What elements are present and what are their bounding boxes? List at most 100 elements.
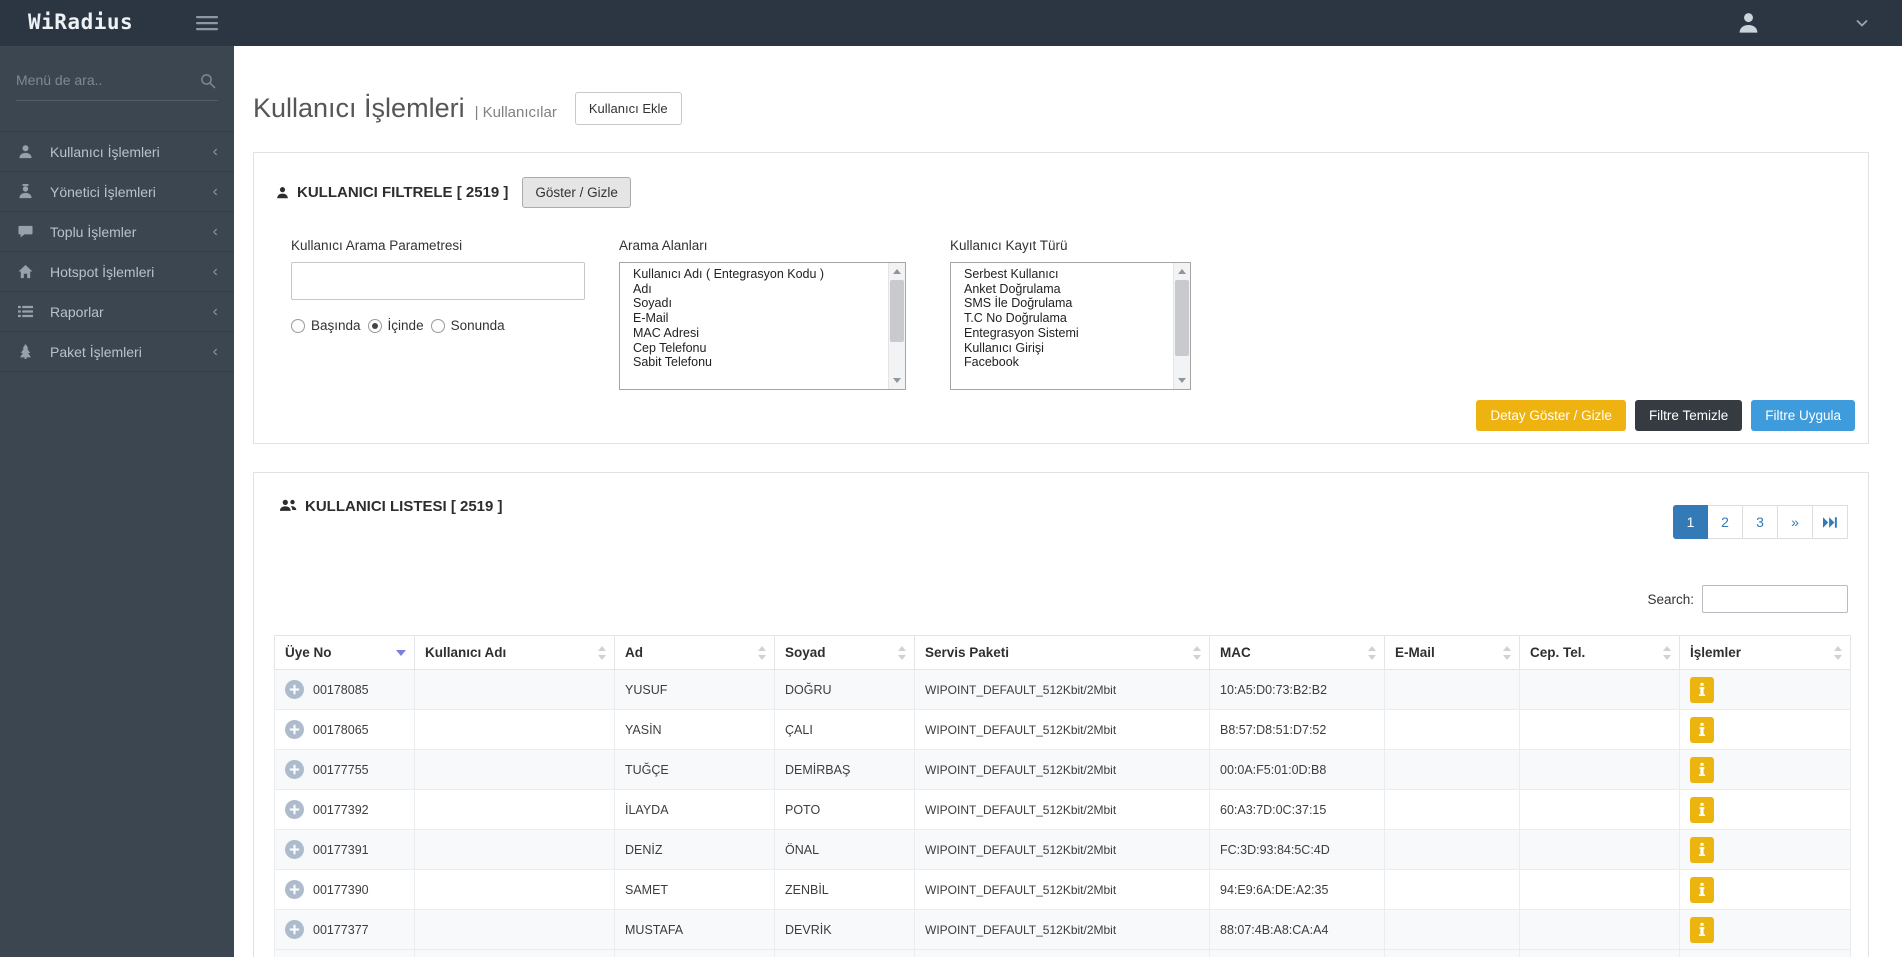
listbox-option[interactable]: Soyadı [633,296,885,311]
column-header[interactable]: MAC [1210,636,1385,670]
listbox-option[interactable]: Adı [633,282,885,297]
scroll-down-icon[interactable] [893,378,901,383]
cell-servis-paketi: WIPOINT_DEFAULT_512Kbit/2Mbit [915,910,1210,950]
listbox-option[interactable]: Cep Telefonu [633,341,885,356]
info-button[interactable] [1690,677,1714,703]
sidebar-item[interactable]: Kullanıcı İşlemleri ‹ [0,132,234,172]
radio-icon[interactable] [291,319,305,333]
sidebar-item-label: Paket İşlemleri [50,344,142,360]
info-button[interactable] [1690,757,1714,783]
listbox-option[interactable]: Sabit Telefonu [633,355,885,370]
match-radio[interactable]: İçinde [368,318,424,333]
expand-row-button[interactable] [285,880,304,899]
detail-toggle-button[interactable]: Detay Göster / Gizle [1476,400,1626,431]
expand-row-button[interactable] [285,680,304,699]
sort-desc-icon[interactable] [396,650,406,656]
cell-email [1385,910,1520,950]
pagination-button[interactable]: 2 [1708,505,1743,539]
sort-both-icon[interactable] [1503,645,1511,660]
listbox-option[interactable]: Anket Doğrulama [964,282,1170,297]
sort-both-icon[interactable] [1834,645,1842,660]
hamburger-icon[interactable] [196,15,218,31]
match-radio[interactable]: Sonunda [431,318,505,333]
scroll-down-icon[interactable] [1178,378,1186,383]
sort-both-icon[interactable] [1663,645,1671,660]
account-icon[interactable] [1737,11,1760,34]
user-table: Üye No Kullanıcı Adı Ad [274,635,1851,957]
info-button[interactable] [1690,717,1714,743]
scroll-up-icon[interactable] [893,269,901,274]
expand-row-button[interactable] [285,800,304,819]
sort-both-icon[interactable] [758,645,766,660]
info-button[interactable] [1690,797,1714,823]
sort-both-icon[interactable] [898,645,906,660]
scrollbar-thumb[interactable] [890,280,904,342]
column-header[interactable]: İşlemler [1680,636,1851,670]
chevron-down-icon[interactable] [1856,19,1868,27]
cell-cep-tel [1520,710,1680,750]
expand-row-button[interactable] [285,720,304,739]
search-param-input[interactable] [291,262,585,300]
user-icon [276,186,289,199]
filter-clear-button[interactable]: Filtre Temizle [1635,400,1742,431]
scrollbar[interactable] [888,263,905,389]
chevron-left-icon: ‹ [213,263,218,281]
table-search-input[interactable] [1702,585,1848,613]
cell-uye-no: 00177392 [313,803,369,817]
listbox-option[interactable]: MAC Adresi [633,326,885,341]
scroll-up-icon[interactable] [1178,269,1186,274]
column-header[interactable]: Soyad [775,636,915,670]
listbox-option[interactable]: Kullanıcı Girişi [964,341,1170,356]
radio-icon[interactable] [368,319,382,333]
show-hide-button[interactable]: Göster / Gizle [522,177,631,208]
radio-icon[interactable] [431,319,445,333]
scrollbar-thumb[interactable] [1175,280,1189,356]
column-header[interactable]: Cep. Tel. [1520,636,1680,670]
sidebar: Kullanıcı İşlemleri ‹ Yönetici İşlemleri… [0,46,234,957]
sidebar-item[interactable]: Toplu İşlemler ‹ [0,212,234,252]
sidebar-item[interactable]: Raporlar ‹ [0,292,234,332]
info-button[interactable] [1690,917,1714,943]
sort-both-icon[interactable] [1193,645,1201,660]
app-logo[interactable]: WiRadius [28,10,133,34]
listbox-option[interactable]: E-Mail [633,311,885,326]
search-fields-listbox[interactable]: Kullanıcı Adı ( Entegrasyon Kodu ) Adı S… [619,262,906,390]
column-header[interactable]: Ad [615,636,775,670]
column-header[interactable]: Servis Paketi [915,636,1210,670]
pagination-button[interactable]: » [1778,505,1813,539]
sidebar-item[interactable]: Yönetici İşlemleri ‹ [0,172,234,212]
register-type-listbox[interactable]: Serbest Kullanıcı Anket Doğrulama SMS İl… [950,262,1191,390]
listbox-option[interactable]: SMS İle Doğrulama [964,296,1170,311]
cell-servis-paketi: WIPOINT_DEFAULT_512Kbit/2Mbit [915,790,1210,830]
expand-row-button[interactable] [285,840,304,859]
pagination: 1 2 3 [1673,505,1848,539]
info-button[interactable] [1690,837,1714,863]
match-radio[interactable]: Başında [291,318,361,333]
expand-row-button[interactable] [285,920,304,939]
listbox-option[interactable]: Entegrasyon Sistemi [964,326,1170,341]
scrollbar[interactable] [1173,263,1190,389]
sidebar-item[interactable]: Hotspot İşlemleri ‹ [0,252,234,292]
filter-panel-header: KULLANICI FILTRELE [ 2519 ] Göster / Giz… [254,153,1868,208]
sidebar-item[interactable]: Paket İşlemleri ‹ [0,332,234,372]
info-button[interactable] [1690,877,1714,903]
listbox-option[interactable]: Facebook [964,355,1170,370]
column-header[interactable]: Üye No [275,636,415,670]
pagination-button[interactable] [1813,505,1848,539]
sort-both-icon[interactable] [1368,645,1376,660]
listbox-option[interactable]: T.C No Doğrulama [964,311,1170,326]
sidebar-search-input[interactable] [16,72,191,88]
sort-both-icon[interactable] [598,645,606,660]
pagination-button[interactable]: 1 [1673,505,1708,539]
filter-apply-button[interactable]: Filtre Uygula [1751,400,1855,431]
column-header[interactable]: Kullanıcı Adı [415,636,615,670]
pagination-button[interactable]: 3 [1743,505,1778,539]
listbox-option[interactable]: Serbest Kullanıcı [964,267,1170,282]
cell-mac: B8:57:D8:51:D7:52 [1210,710,1385,750]
cell-kullanici-adi [415,830,615,870]
chevron-left-icon: ‹ [213,303,218,321]
column-header[interactable]: E-Mail [1385,636,1520,670]
add-user-button[interactable]: Kullanıcı Ekle [575,92,682,125]
expand-row-button[interactable] [285,760,304,779]
listbox-option[interactable]: Kullanıcı Adı ( Entegrasyon Kodu ) [633,267,885,282]
